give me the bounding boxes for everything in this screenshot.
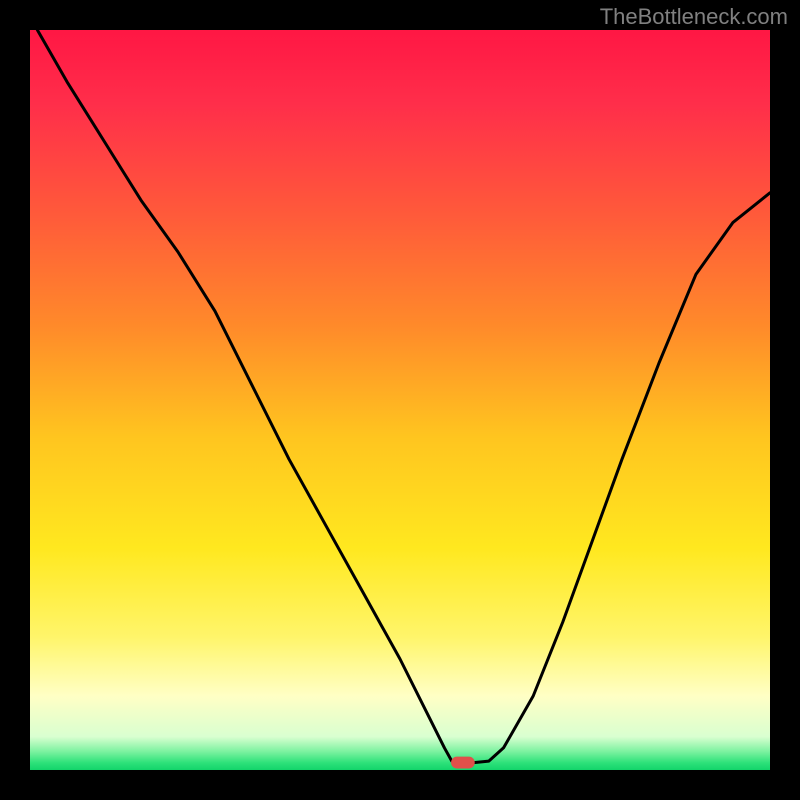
chart-container: TheBottleneck.com [0, 0, 800, 800]
bottleneck-chart [0, 0, 800, 800]
optimal-point-marker [451, 757, 475, 769]
watermark-text: TheBottleneck.com [600, 4, 788, 30]
